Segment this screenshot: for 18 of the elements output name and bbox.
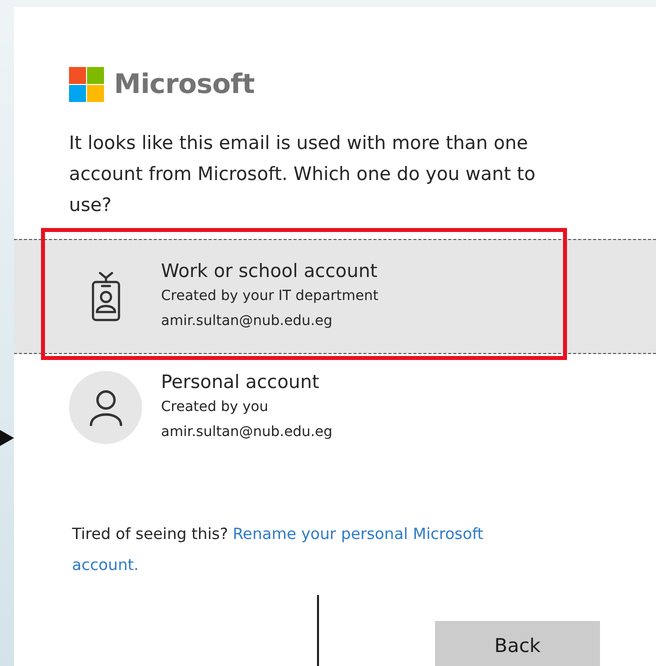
- footer-question: Tired of seeing this?: [72, 524, 228, 545]
- person-icon: [88, 390, 122, 426]
- rename-link[interactable]: Rename your personal Microsoft: [232, 519, 484, 550]
- account-email: amir.sultan@nub.edu.eg: [161, 423, 332, 442]
- back-button[interactable]: Back: [435, 621, 600, 666]
- account-title: Work or school account: [161, 261, 378, 282]
- account-subtitle: Created by you: [161, 398, 270, 417]
- brand-name: Microsoft: [114, 69, 255, 100]
- rename-link[interactable]: account.: [72, 550, 139, 581]
- pointer-icon: [0, 430, 14, 446]
- account-email: amir.sultan@nub.edu.eg: [161, 312, 334, 331]
- logo-icon: [69, 67, 104, 102]
- account-option[interactable]: Personal account Created by you amir.sultan@nub.edu.eg: [14, 354, 656, 461]
- prompt-text: It looks like this email is used with more than one account from Microsoft. Which one do you want to use?: [69, 132, 536, 218]
- account-title: Personal account: [161, 372, 320, 393]
- account-option[interactable]: Work or school account Created by your IT department amir.sultan@nub.edu.eg: [14, 239, 656, 354]
- badge-icon: [90, 272, 120, 322]
- account-subtitle: Created by your IT department: [161, 287, 378, 306]
